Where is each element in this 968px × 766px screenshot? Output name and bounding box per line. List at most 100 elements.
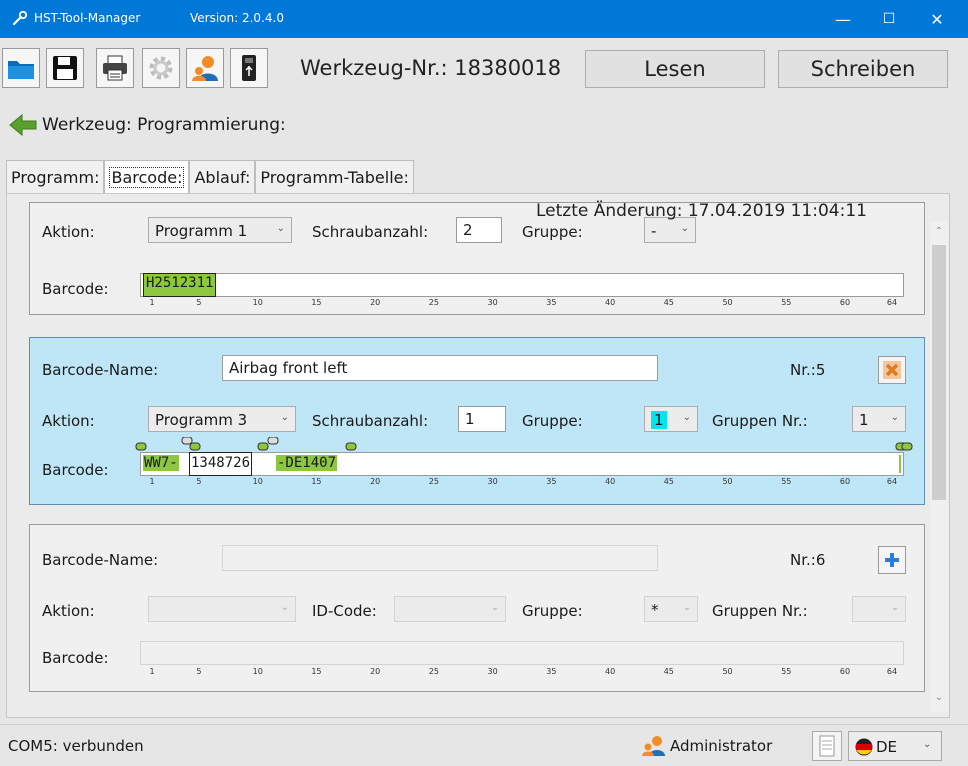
usb-button[interactable]	[230, 48, 268, 88]
window-version: Version: 2.0.4.0	[190, 11, 284, 25]
back-arrow-icon[interactable]	[8, 113, 38, 137]
floppy-disk-icon	[53, 56, 77, 80]
group-label: Gruppe:	[522, 602, 583, 620]
screw-count-label: Schraubanzahl:	[312, 223, 429, 241]
screw-count-input[interactable]: 2	[456, 217, 502, 243]
save-button[interactable]	[46, 48, 84, 88]
tool-number: Werkzeug-Nr.: 18380018	[300, 56, 562, 80]
ruler-tick-label: 25	[428, 667, 439, 676]
minimize-button[interactable]: —	[820, 0, 866, 38]
tab-sequence[interactable]: Ablauf:	[189, 160, 256, 194]
ruler-tick-label: 15	[311, 477, 322, 486]
ruler-tick-label: 20	[370, 477, 381, 486]
barcode-segment-3: -DE1407	[276, 455, 338, 471]
window-title: HST-Tool-Manager	[34, 11, 141, 25]
scroll-thumb[interactable]	[932, 245, 946, 500]
barcode-nr-label: Nr.:6	[790, 551, 826, 569]
barcode-end-marker	[899, 455, 901, 473]
ruler-tick-label: 25	[428, 477, 439, 486]
scroll-down-icon[interactable]: ⌄	[932, 692, 946, 706]
read-button[interactable]: Lesen	[585, 50, 765, 88]
add-barcode-button[interactable]	[878, 546, 906, 574]
ruler-tick-label: 20	[370, 667, 381, 676]
barcode-name-label: Barcode-Name:	[42, 551, 159, 569]
ruler-tick-label: 1	[149, 298, 155, 307]
print-button[interactable]	[96, 48, 134, 88]
maximize-button[interactable]: ☐	[866, 0, 912, 38]
document-icon	[819, 735, 835, 757]
barcode-segment-1: WW7-	[143, 455, 179, 471]
id-code-select[interactable]: ⌄	[394, 596, 506, 622]
ruler-tick-label: 10	[252, 298, 263, 307]
action-select[interactable]: ⌄	[148, 596, 296, 622]
scroll-up-icon[interactable]: ⌃	[932, 226, 946, 240]
id-code-label: ID-Code:	[312, 602, 377, 620]
barcode-input[interactable]: WW7- 1348726 -DE1407	[140, 452, 904, 476]
barcode-panel-6: Barcode-Name: Nr.:6 Aktion: ⌄ ID-Code: ⌄…	[29, 524, 925, 692]
ruler-tick-label: 40	[605, 298, 616, 307]
ruler-tick-label: 1	[149, 667, 155, 676]
user-icon	[192, 56, 218, 81]
group-number-select[interactable]: 1 ⌄	[852, 406, 906, 432]
barcode-name-label: Barcode-Name:	[42, 361, 159, 379]
close-button[interactable]: ✕	[914, 0, 960, 38]
open-folder-button[interactable]	[2, 48, 40, 88]
tab-program-table[interactable]: Programm-Tabelle:	[255, 160, 414, 194]
screw-count-input[interactable]: 1	[458, 406, 506, 432]
barcode-name-input[interactable]: Airbag front left	[222, 355, 658, 381]
ruler-tick-label: 10	[252, 477, 263, 486]
barcode-label: Barcode:	[42, 280, 109, 298]
ruler-tick-label: 45	[663, 667, 674, 676]
group-number-label: Gruppen Nr.:	[712, 602, 808, 620]
user-button[interactable]	[186, 48, 224, 88]
ruler-tick-label: 35	[546, 298, 557, 307]
barcode-name-input[interactable]	[222, 545, 658, 571]
language-select[interactable]: DE ⌄	[848, 731, 942, 761]
user-icon	[642, 736, 665, 756]
wrench-icon	[12, 10, 28, 26]
group-number-select[interactable]: ⌄	[852, 596, 906, 622]
ruler-tick-label: 15	[311, 667, 322, 676]
ruler-tick-label: 50	[722, 298, 733, 307]
group-select[interactable]: 1 ⌄	[644, 406, 698, 432]
screw-count-label: Schraubanzahl:	[312, 412, 429, 430]
barcode-input[interactable]: H2512311	[140, 273, 904, 297]
barcode-ruler: 1 5 10 15 20 25 30 35 40 45 50 55 60 64	[140, 477, 904, 489]
action-label: Aktion:	[42, 602, 95, 620]
ruler-tick-label: 40	[605, 667, 616, 676]
ruler-tick-label: 55	[781, 667, 792, 676]
ruler-tick-label: 45	[663, 477, 674, 486]
printer-icon	[103, 55, 127, 81]
barcode-nr-label: Nr.:5	[790, 361, 826, 379]
tab-program[interactable]: Programm:	[6, 160, 105, 194]
barcode-content-area: Aktion: Programm 1 ⌄ Schraubanzahl: 2 Gru…	[6, 193, 950, 718]
breadcrumb: Werkzeug: Programmierung:	[8, 108, 286, 142]
barcode-panel-5: Barcode-Name: Airbag front left Nr.:5 Ak…	[29, 337, 925, 505]
ruler-tick-label: 50	[722, 477, 733, 486]
current-user: Administrator	[670, 737, 773, 755]
ruler-tick-label: 1	[149, 477, 155, 486]
log-button[interactable]	[812, 731, 842, 761]
group-select[interactable]: * ⌄	[644, 596, 698, 622]
delete-icon	[883, 361, 901, 379]
action-select[interactable]: Programm 1 ⌄	[148, 217, 292, 243]
write-button[interactable]: Schreiben	[778, 50, 948, 88]
group-label: Gruppe:	[522, 223, 583, 241]
tab-barcode[interactable]: Barcode:	[104, 160, 190, 194]
barcode-segment-2: 1348726	[189, 452, 253, 476]
ruler-tick-label: 30	[487, 477, 498, 486]
status-bar: COM5: verbunden Administrator DE ⌄	[0, 724, 968, 766]
action-label: Aktion:	[42, 412, 95, 430]
ruler-tick-label: 35	[546, 477, 557, 486]
ruler-tick-label: 60	[839, 477, 851, 486]
tab-bar: Programm: Barcode: Ablauf: Programm-Tabe…	[6, 160, 414, 194]
ruler-tick-label: 20	[370, 298, 381, 307]
title-bar: HST-Tool-Manager Version: 2.0.4.0 — ☐ ✕	[0, 0, 968, 38]
action-select[interactable]: Programm 3 ⌄	[148, 406, 296, 432]
connection-status: COM5: verbunden	[8, 737, 144, 755]
ruler-tick-label: 50	[722, 667, 733, 676]
barcode-input[interactable]	[140, 641, 904, 665]
settings-button[interactable]	[142, 48, 180, 88]
delete-button[interactable]	[878, 356, 906, 384]
ruler-tick-label: 30	[487, 667, 498, 676]
